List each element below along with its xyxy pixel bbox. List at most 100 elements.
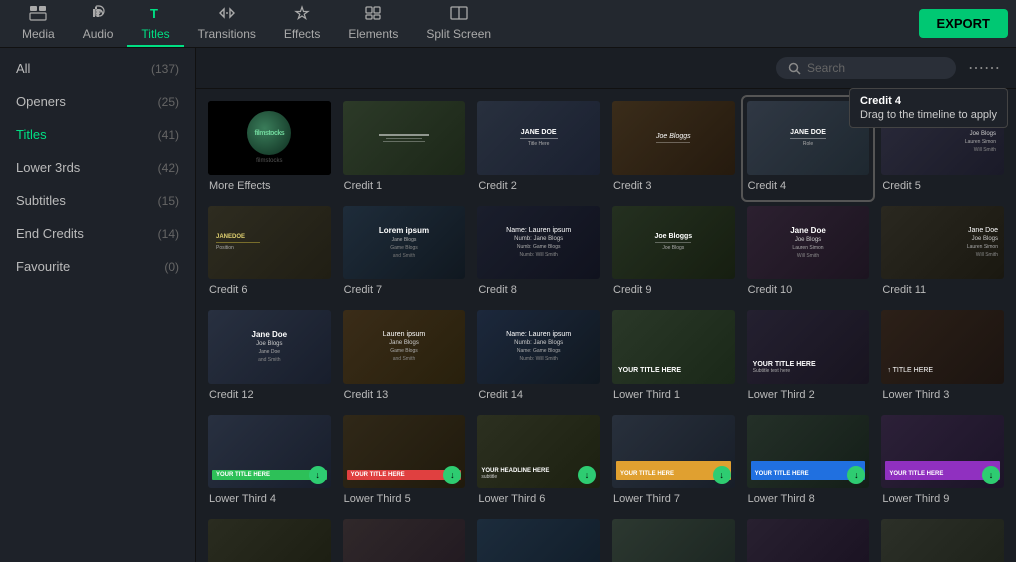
grid-item-credit6[interactable]: JANEDOE Position Credit 6 xyxy=(204,202,335,305)
nav-label-transitions: Transitions xyxy=(198,27,256,41)
label-credit8: Credit 8 xyxy=(477,284,600,296)
label-credit5: Credit 5 xyxy=(881,180,1004,192)
sidebar: All (137) Openers (25) Titles (41) Lower… xyxy=(0,48,196,562)
nav-label-effects: Effects xyxy=(284,27,320,41)
effects-icon xyxy=(293,5,311,25)
thumbnail-lowerthird10: You Title Here subtitle ↓ xyxy=(208,519,331,562)
grid-item-lowerthird10[interactable]: You Title Here subtitle ↓ Lower Third 10 xyxy=(204,515,335,562)
svg-text:T: T xyxy=(150,6,158,21)
search-box[interactable] xyxy=(776,57,956,79)
sidebar-count-favourite: (0) xyxy=(164,260,179,274)
nav-item-elements[interactable]: Elements xyxy=(334,0,412,47)
grid-item-credit4[interactable]: JANE DOE Role Credit 4 xyxy=(743,97,874,200)
sidebar-item-endcredits[interactable]: End Credits (14) xyxy=(0,217,195,250)
sidebar-item-titles[interactable]: Titles (41) xyxy=(0,118,195,151)
nav-item-titles[interactable]: T Titles xyxy=(127,0,183,47)
titles-icon: T xyxy=(148,5,164,25)
grid-item-lowerthird3[interactable]: ↑ TITLE HERE Lower Third 3 xyxy=(877,306,1008,409)
sidebar-label-subtitles: Subtitles xyxy=(16,193,66,208)
thumbnail-credit5: Jane Doe Joe Blogs Lauren Simon Will Smi… xyxy=(881,101,1004,175)
label-lowerthird2: Lower Third 2 xyxy=(747,389,870,401)
label-credit4: Credit 4 xyxy=(747,180,870,192)
grid-view-button[interactable]: ⋯⋯ xyxy=(964,56,1004,80)
grid-item-lowerthird12[interactable]: YOUR HEADLINE HERE ↓ Lower Third 12 xyxy=(473,515,604,562)
thumbnail-lowerthird15: YOUR TITLE HERE ↓ xyxy=(881,519,1004,562)
grid-scroll[interactable]: Credit 4 Drag to the timeline to apply f… xyxy=(196,89,1016,562)
label-credit10: Credit 10 xyxy=(747,284,870,296)
grid-item-credit10[interactable]: Jane Doe Joe Blogs Lauren Simon Will Smi… xyxy=(743,202,874,305)
thumbnail-credit12: Jane Doe Joe Blogs Jane Doe and Smith xyxy=(208,310,331,384)
grid-item-credit12[interactable]: Jane Doe Joe Blogs Jane Doe and Smith Cr… xyxy=(204,306,335,409)
items-grid: filmstocks filmstocks More Effects xyxy=(204,97,1008,562)
sidebar-label-lower3rds: Lower 3rds xyxy=(16,160,80,175)
grid-item-lowerthird6[interactable]: YOUR HEADLINE HERE subtitle ↓ Lower Thir… xyxy=(473,411,604,514)
thumbnail-lowerthird1: YOUR TITLE HERE xyxy=(612,310,735,384)
download-badge-lowerthird7: ↓ xyxy=(713,466,731,484)
sidebar-item-favourite[interactable]: Favourite (0) xyxy=(0,250,195,283)
search-input[interactable] xyxy=(807,61,937,75)
grid-item-lowerthird4[interactable]: YOUR TITLE HERE ↓ Lower Third 4 xyxy=(204,411,335,514)
grid-item-credit5[interactable]: Jane Doe Joe Blogs Lauren Simon Will Smi… xyxy=(877,97,1008,200)
grid-item-lowerthird2[interactable]: YOUR TITLE HERE Subtitle text here Lower… xyxy=(743,306,874,409)
grid-item-credit3[interactable]: Joe Bloggs Credit 3 xyxy=(608,97,739,200)
grid-item-credit11[interactable]: Jane Doe Joe Blogs Lauren Simon Will Smi… xyxy=(877,202,1008,305)
label-credit3: Credit 3 xyxy=(612,180,735,192)
thumbnail-lowerthird7: YOUR TITLE HERE ↓ xyxy=(612,415,735,489)
sidebar-item-all[interactable]: All (137) xyxy=(0,52,195,85)
label-credit2: Credit 2 xyxy=(477,180,600,192)
label-lowerthird8: Lower Third 8 xyxy=(747,493,870,505)
grid-item-lowerthird1[interactable]: YOUR TITLE HERE Lower Third 1 xyxy=(608,306,739,409)
search-bar-row: ⋯⋯ xyxy=(196,48,1016,89)
sidebar-label-all: All xyxy=(16,61,30,76)
nav-item-effects[interactable]: Effects xyxy=(270,0,334,47)
thumbnail-credit11: Jane Doe Joe Blogs Lauren Simon Will Smi… xyxy=(881,206,1004,280)
thumbnail-lowerthird9: YOUR TITLE HERE ↓ xyxy=(881,415,1004,489)
label-credit14: Credit 14 xyxy=(477,389,600,401)
sidebar-count-openers: (25) xyxy=(158,95,179,109)
grid-item-credit2[interactable]: JANE DOE Title Here Credit 2 xyxy=(473,97,604,200)
audio-icon xyxy=(90,5,106,25)
grid-item-credit13[interactable]: Lauren ipsum Jane Blogs Game Blogs and S… xyxy=(339,306,470,409)
nav-item-splitscreen[interactable]: Split Screen xyxy=(412,0,505,47)
grid-item-lowerthird9[interactable]: YOUR TITLE HERE ↓ Lower Third 9 xyxy=(877,411,1008,514)
thumbnail-credit3: Joe Bloggs xyxy=(612,101,735,175)
label-lowerthird5: Lower Third 5 xyxy=(343,493,466,505)
sidebar-item-openers[interactable]: Openers (25) xyxy=(0,85,195,118)
grid-item-lowerthird5[interactable]: YOUR TITLE HERE ↓ Lower Third 5 xyxy=(339,411,470,514)
label-lowerthird4: Lower Third 4 xyxy=(208,493,331,505)
sidebar-item-lower3rds[interactable]: Lower 3rds (42) xyxy=(0,151,195,184)
splitscreen-icon xyxy=(450,5,468,25)
grid-item-more-effects[interactable]: filmstocks filmstocks More Effects xyxy=(204,97,335,200)
nav-item-audio[interactable]: Audio xyxy=(69,0,128,47)
grid-item-credit1[interactable]: Credit 1 xyxy=(339,97,470,200)
grid-item-lowerthird7[interactable]: YOUR TITLE HERE ↓ Lower Third 7 xyxy=(608,411,739,514)
nav-item-transitions[interactable]: Transitions xyxy=(184,0,270,47)
nav-label-media: Media xyxy=(22,27,55,41)
label-credit11: Credit 11 xyxy=(881,284,1004,296)
nav-label-titles: Titles xyxy=(141,27,169,41)
sidebar-item-subtitles[interactable]: Subtitles (15) xyxy=(0,184,195,217)
grid-item-credit8[interactable]: Name: Lauren ipsum Numb: Jane Blogs Numb… xyxy=(473,202,604,305)
thumbnail-lowerthird2: YOUR TITLE HERE Subtitle text here xyxy=(747,310,870,384)
grid-item-lowerthird14[interactable]: YOUR TITLE HERE ↓ Lower Third 14 xyxy=(743,515,874,562)
grid-item-lowerthird11[interactable]: You Title Here ↓ Lower Third 11 xyxy=(339,515,470,562)
sidebar-label-openers: Openers xyxy=(16,94,66,109)
thumbnail-lowerthird3: ↑ TITLE HERE xyxy=(881,310,1004,384)
grid-item-credit7[interactable]: Lorem ipsum Jane Blogs Game Blogs and Sm… xyxy=(339,202,470,305)
thumbnail-credit10: Jane Doe Joe Blogs Lauren Simon Will Smi… xyxy=(747,206,870,280)
label-more-effects: More Effects xyxy=(208,180,331,192)
sidebar-label-endcredits: End Credits xyxy=(16,226,84,241)
nav-item-media[interactable]: Media xyxy=(8,0,69,47)
label-lowerthird9: Lower Third 9 xyxy=(881,493,1004,505)
grid-item-lowerthird8[interactable]: YOUR TITLE HERE ↓ Lower Third 8 xyxy=(743,411,874,514)
sidebar-count-lower3rds: (42) xyxy=(158,161,179,175)
thumbnail-credit1 xyxy=(343,101,466,175)
download-badge-lowerthird8: ↓ xyxy=(847,466,865,484)
download-badge-lowerthird9: ↓ xyxy=(982,466,1000,484)
label-credit9: Credit 9 xyxy=(612,284,735,296)
grid-item-credit14[interactable]: Name: Lauren ipsum Numb: Jane Blogs Name… xyxy=(473,306,604,409)
grid-item-lowerthird13[interactable]: cyan title here ↓ Lower Third 13 xyxy=(608,515,739,562)
export-button[interactable]: EXPORT xyxy=(919,9,1008,38)
grid-item-lowerthird15[interactable]: YOUR TITLE HERE ↓ Lower Third 15 xyxy=(877,515,1008,562)
grid-item-credit9[interactable]: Joe Bloggs Joe Blogs Credit 9 xyxy=(608,202,739,305)
